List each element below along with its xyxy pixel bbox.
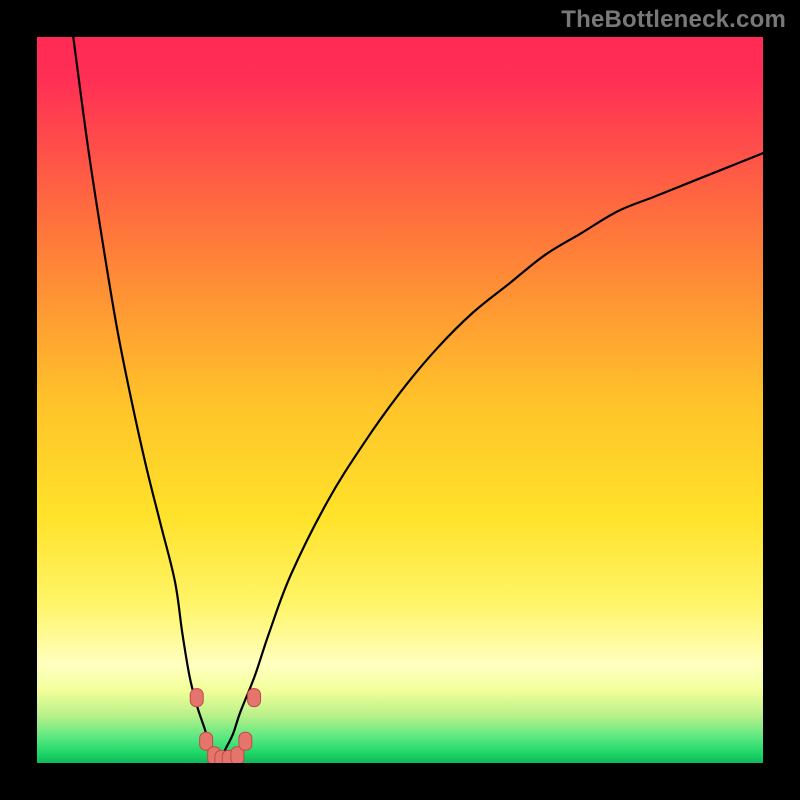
chart-frame: TheBottleneck.com [0, 0, 800, 800]
trough-marker [248, 689, 261, 707]
watermark-text: TheBottleneck.com [561, 6, 786, 34]
plot-area [37, 37, 763, 763]
trough-marker [239, 732, 252, 750]
gradient-background [37, 37, 763, 763]
trough-marker [190, 689, 203, 707]
